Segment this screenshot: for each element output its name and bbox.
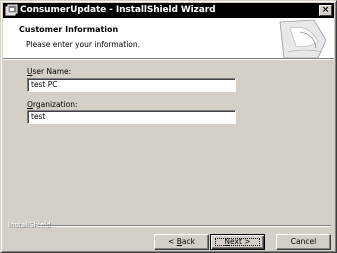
focus-ring — [215, 238, 260, 246]
header-divider-highlight — [3, 59, 334, 60]
next-button[interactable]: Next > — [210, 234, 265, 250]
back-button[interactable]: < Back — [154, 234, 209, 250]
header-graphic — [279, 19, 327, 58]
installshield-wizard-window: ConsumerUpdate - InstallShield Wizard × … — [0, 0, 337, 253]
page-subtitle: Please enter your information. — [26, 40, 141, 49]
wizard-header: Customer Information Please enter your i… — [3, 18, 334, 58]
title-bar[interactable]: ConsumerUpdate - InstallShield Wizard × — [3, 3, 334, 18]
user-name-label: User Name: — [27, 67, 72, 76]
organization-label: Organization: — [27, 100, 78, 109]
organization-input[interactable]: test — [27, 110, 236, 124]
close-button[interactable]: × — [319, 5, 332, 16]
footer-divider-highlight — [38, 226, 331, 227]
window-title: ConsumerUpdate - InstallShield Wizard — [20, 5, 216, 15]
cancel-button[interactable]: Cancel — [276, 234, 331, 250]
close-icon: × — [321, 5, 330, 15]
user-name-input[interactable]: test PC — [27, 78, 236, 92]
page-title: Customer Information — [19, 25, 119, 34]
app-icon — [5, 4, 18, 16]
